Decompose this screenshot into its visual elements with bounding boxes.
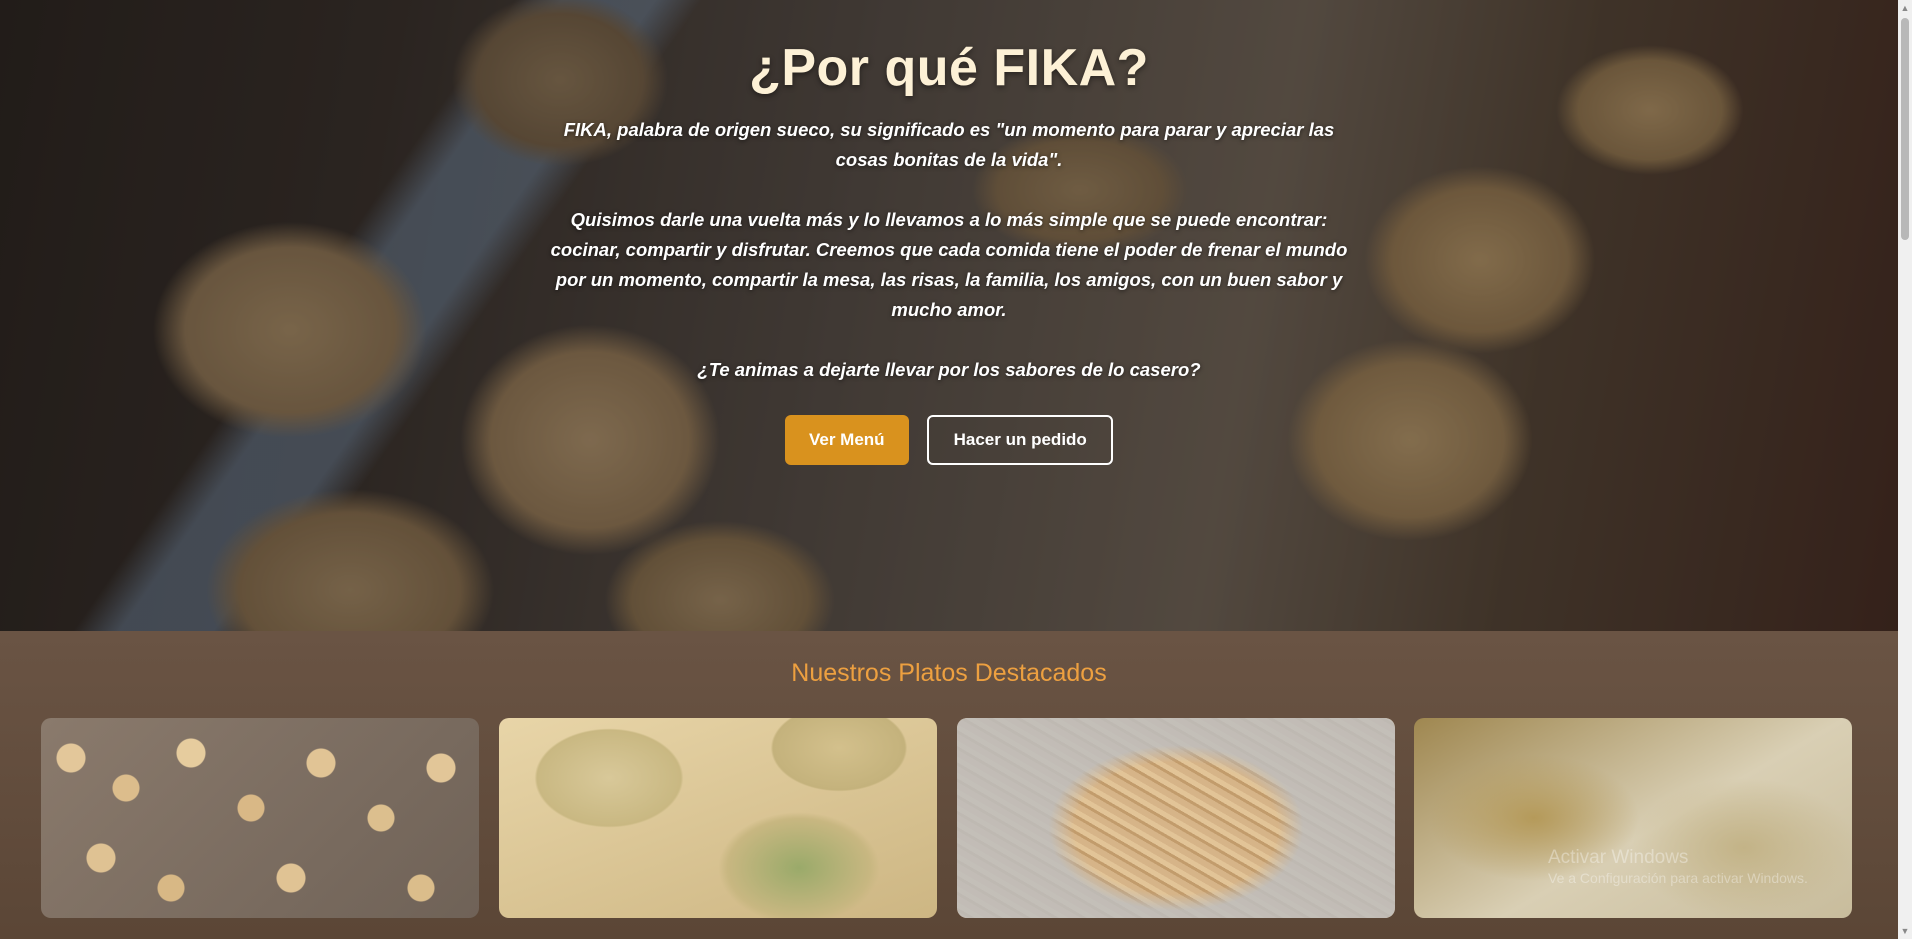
hero-paragraph-philosophy: Quisimos darle una vuelta más y lo lleva… <box>550 209 1348 320</box>
place-order-button[interactable]: Hacer un pedido <box>927 415 1114 465</box>
dish-card-ravioli[interactable] <box>499 718 937 918</box>
scroll-down-arrow-icon[interactable]: ▼ <box>1900 926 1910 936</box>
scrollbar-thumb[interactable] <box>1901 18 1909 240</box>
scroll-up-arrow-icon[interactable]: ▲ <box>1900 3 1910 13</box>
view-menu-button[interactable]: Ver Menú <box>784 415 909 465</box>
watermark-title: Activar Windows <box>1548 847 1689 868</box>
dish-card-fresh-pasta[interactable] <box>957 718 1395 918</box>
hero-paragraph-question: ¿Te animas a dejarte llevar por los sabo… <box>697 359 1201 380</box>
featured-dishes-title: Nuestros Platos Destacados <box>791 659 1107 687</box>
dish-card-gnocchi[interactable] <box>41 718 479 918</box>
hero-paragraph-origin: FIKA, palabra de origen sueco, su signif… <box>563 119 1335 170</box>
dish-card-floured-dough[interactable] <box>1414 718 1852 918</box>
windows-activation-watermark: Activar Windows Ve a Configuración para … <box>1548 848 1808 888</box>
featured-dishes-section: Nuestros Platos Destacados <box>0 631 1898 939</box>
watermark-subtitle: Ve a Configuración para activar Windows. <box>1548 870 1808 886</box>
page-scrollbar[interactable]: ▲ ▼ <box>1898 0 1912 939</box>
hero-description: FIKA, palabra de origen sueco, su signif… <box>540 115 1358 415</box>
hero-title: ¿Por qué FIKA? <box>749 39 1149 97</box>
hero-buttons: Ver Menú Hacer un pedido <box>0 415 1898 465</box>
hero-section: ¿Por qué FIKA? FIKA, palabra de origen s… <box>0 0 1898 631</box>
